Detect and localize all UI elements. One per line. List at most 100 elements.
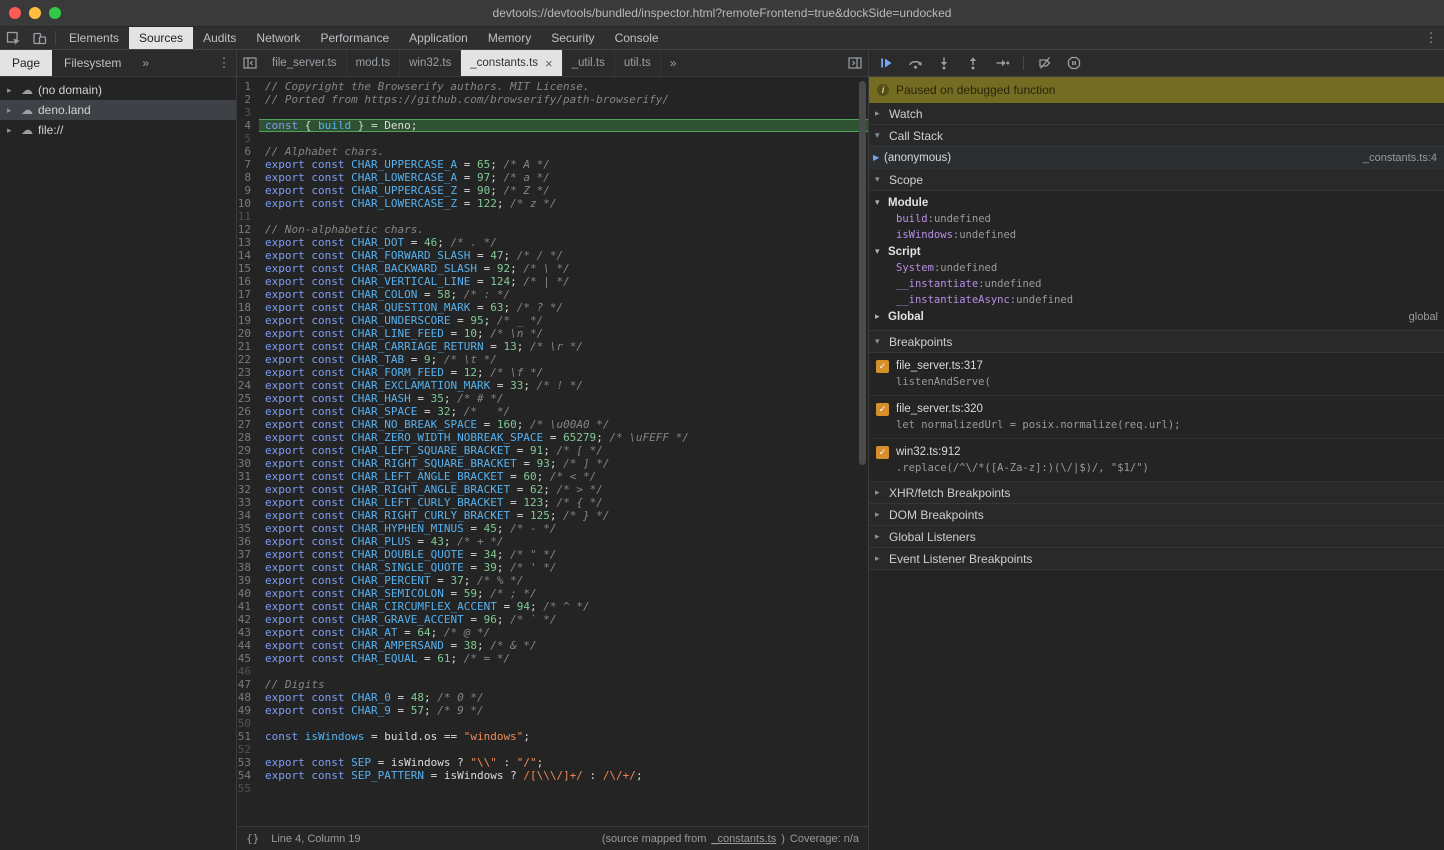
line-number[interactable]: 53: [237, 756, 259, 769]
sidebar-tab-page[interactable]: Page: [0, 50, 52, 76]
code-line-text[interactable]: export const CHAR_HASH = 35; /* # */: [259, 392, 868, 405]
device-toolbar-icon[interactable]: [26, 27, 52, 49]
code-line-text[interactable]: export const CHAR_CARRIAGE_RETURN = 13; …: [259, 340, 868, 353]
line-number[interactable]: 49: [237, 704, 259, 717]
line-number[interactable]: 41: [237, 600, 259, 613]
code-line-text[interactable]: export const CHAR_CIRCUMFLEX_ACCENT = 94…: [259, 600, 868, 613]
scope-property[interactable]: build: undefined: [869, 211, 1444, 227]
code-line-text[interactable]: export const CHAR_PLUS = 43; /* + */: [259, 535, 868, 548]
line-number[interactable]: 22: [237, 353, 259, 366]
line-number[interactable]: 50: [237, 717, 259, 730]
scope-property[interactable]: __instantiateAsync: undefined: [869, 292, 1444, 308]
code-line-text[interactable]: export const SEP_PATTERN = isWindows ? /…: [259, 769, 868, 782]
code-line-text[interactable]: export const CHAR_DOT = 46; /* . */: [259, 236, 868, 249]
resume-icon[interactable]: [878, 55, 894, 71]
section-call-stack[interactable]: ▾ Call Stack: [869, 125, 1444, 147]
breakpoint-checkbox[interactable]: ✓: [876, 446, 889, 459]
code-line-text[interactable]: export const CHAR_GRAVE_ACCENT = 96; /* …: [259, 613, 868, 626]
code-line-text[interactable]: export const CHAR_LEFT_SQUARE_BRACKET = …: [259, 444, 868, 457]
breakpoint-entry[interactable]: ✓win32.ts:912.replace(/^\/*([A-Za-z]:)(\…: [869, 439, 1444, 482]
main-menu-kebab-icon[interactable]: ⋮: [1418, 27, 1444, 49]
line-number[interactable]: 27: [237, 418, 259, 431]
code-line-text[interactable]: export const CHAR_EQUAL = 61; /* = */: [259, 652, 868, 665]
code-line-text[interactable]: export const SEP = isWindows ? "\\" : "/…: [259, 756, 868, 769]
line-number[interactable]: 10: [237, 197, 259, 210]
line-number[interactable]: 5: [237, 132, 259, 145]
code-line-text[interactable]: export const CHAR_DOUBLE_QUOTE = 34; /* …: [259, 548, 868, 561]
code-line-text[interactable]: [259, 717, 868, 730]
line-number[interactable]: 54: [237, 769, 259, 782]
line-number[interactable]: 6: [237, 145, 259, 158]
line-number[interactable]: 3: [237, 106, 259, 119]
code-line-text[interactable]: export const CHAR_RIGHT_ANGLE_BRACKET = …: [259, 483, 868, 496]
line-number[interactable]: 31: [237, 470, 259, 483]
minimize-window-button[interactable]: [29, 7, 41, 19]
line-number[interactable]: 55: [237, 782, 259, 795]
code-line-text[interactable]: export const CHAR_UPPERCASE_Z = 90; /* Z…: [259, 184, 868, 197]
toggle-debugger-sidebar-icon[interactable]: [842, 50, 868, 76]
tree-item-no-domain[interactable]: ▸☁(no domain): [0, 80, 236, 100]
tab-sources[interactable]: Sources: [129, 27, 193, 49]
code-line-text[interactable]: // Copyright the Browserify authors. MIT…: [259, 80, 868, 93]
code-line-text[interactable]: export const CHAR_BACKWARD_SLASH = 92; /…: [259, 262, 868, 275]
code-line-text[interactable]: [259, 665, 868, 678]
line-number[interactable]: 8: [237, 171, 259, 184]
code-line-text[interactable]: export const CHAR_TAB = 9; /* \t */: [259, 353, 868, 366]
editor-scrollbar-thumb[interactable]: [859, 81, 866, 465]
line-number[interactable]: 25: [237, 392, 259, 405]
code-line-text[interactable]: export const CHAR_ZERO_WIDTH_NOBREAK_SPA…: [259, 431, 868, 444]
tree-item-file[interactable]: ▸☁file://: [0, 120, 236, 140]
line-number[interactable]: 32: [237, 483, 259, 496]
paused-execution-line[interactable]: const { build } = Deno;: [259, 119, 868, 132]
code-line-text[interactable]: [259, 132, 868, 145]
tab-security[interactable]: Security: [541, 27, 604, 49]
line-number[interactable]: 11: [237, 210, 259, 223]
code-line-text[interactable]: // Ported from https://github.com/browse…: [259, 93, 868, 106]
code-line-text[interactable]: export const CHAR_LINE_FEED = 10; /* \n …: [259, 327, 868, 340]
close-window-button[interactable]: [9, 7, 21, 19]
line-number[interactable]: 1: [237, 80, 259, 93]
scope-group-module[interactable]: ▾Module: [869, 194, 1444, 211]
code-line-text[interactable]: export const CHAR_FORM_FEED = 12; /* \f …: [259, 366, 868, 379]
line-number[interactable]: 29: [237, 444, 259, 457]
section-dom-breakpoints[interactable]: ▸DOM Breakpoints: [869, 504, 1444, 526]
line-number[interactable]: 48: [237, 691, 259, 704]
tab-audits[interactable]: Audits: [193, 27, 246, 49]
line-number[interactable]: 37: [237, 548, 259, 561]
zoom-window-button[interactable]: [49, 7, 61, 19]
line-number[interactable]: 9: [237, 184, 259, 197]
code-line-text[interactable]: const isWindows = build.os == "windows";: [259, 730, 868, 743]
code-line-text[interactable]: export const CHAR_SINGLE_QUOTE = 39; /* …: [259, 561, 868, 574]
section-event-listener-breakpoints[interactable]: ▸Event Listener Breakpoints: [869, 548, 1444, 570]
tab-console[interactable]: Console: [605, 27, 669, 49]
step-over-icon[interactable]: [907, 55, 923, 71]
line-number[interactable]: 28: [237, 431, 259, 444]
code-line-text[interactable]: export const CHAR_AMPERSAND = 38; /* & *…: [259, 639, 868, 652]
section-global-listeners[interactable]: ▸Global Listeners: [869, 526, 1444, 548]
line-number[interactable]: 51: [237, 730, 259, 743]
tab-performance[interactable]: Performance: [310, 27, 399, 49]
code-line-text[interactable]: [259, 782, 868, 795]
code-line-text[interactable]: export const CHAR_LEFT_ANGLE_BRACKET = 6…: [259, 470, 868, 483]
close-tab-icon[interactable]: ×: [545, 57, 553, 70]
code-line-text[interactable]: export const CHAR_VERTICAL_LINE = 124; /…: [259, 275, 868, 288]
line-number[interactable]: 23: [237, 366, 259, 379]
scope-property[interactable]: __instantiate: undefined: [869, 276, 1444, 292]
inspect-element-icon[interactable]: [0, 27, 26, 49]
line-number[interactable]: 21: [237, 340, 259, 353]
breakpoint-checkbox[interactable]: ✓: [876, 360, 889, 373]
line-number[interactable]: 14: [237, 249, 259, 262]
code-line-text[interactable]: export const CHAR_NO_BREAK_SPACE = 160; …: [259, 418, 868, 431]
breakpoint-checkbox[interactable]: ✓: [876, 403, 889, 416]
code-line-text[interactable]: export const CHAR_SPACE = 32; /* */: [259, 405, 868, 418]
section-watch[interactable]: ▸ Watch: [869, 103, 1444, 125]
line-number[interactable]: 44: [237, 639, 259, 652]
line-number[interactable]: 35: [237, 522, 259, 535]
code-line-text[interactable]: export const CHAR_SEMICOLON = 59; /* ; *…: [259, 587, 868, 600]
scope-group-global[interactable]: ▸Globalglobal: [869, 308, 1444, 325]
editor-tab-util-ts[interactable]: _util.ts: [563, 50, 615, 76]
line-number[interactable]: 52: [237, 743, 259, 756]
line-number[interactable]: 12: [237, 223, 259, 236]
line-number[interactable]: 26: [237, 405, 259, 418]
code-line-text[interactable]: export const CHAR_COLON = 58; /* : */: [259, 288, 868, 301]
